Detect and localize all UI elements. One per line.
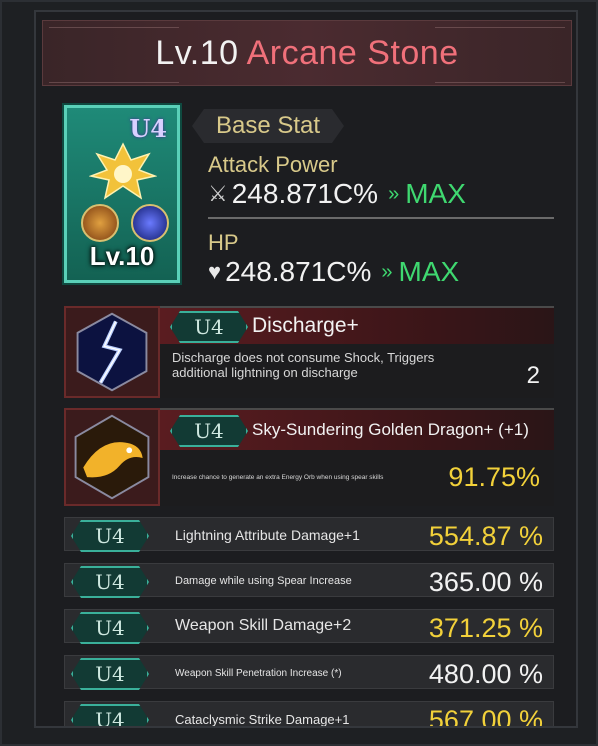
option-label: Damage while using Spear Increase [175,575,352,587]
skill-description: Increase chance to generate an extra Ene… [172,474,384,481]
hp-label: HP [208,230,239,255]
item-tier: U4 [129,114,167,143]
skill-tier-badge: U4 [170,415,248,447]
socket-lightning-icon [131,204,169,242]
double-arrow-icon: » [388,182,400,205]
double-arrow-icon: » [381,260,393,283]
item-name: Arcane Stone [246,33,459,72]
option-tier-badge: U4 [71,566,149,598]
socket-spear-icon [81,204,119,242]
tooltip-frame: Lv.10 Arcane Stone U4 Lv.10 Base Stat At… [0,0,598,746]
skill-description: Discharge does not consume Shock, Trigge… [172,350,435,380]
arcane-stone-icon [89,142,157,200]
option-value: 554.87 % [428,521,543,551]
skill-header: U4 Sky-Sundering Golden Dragon+ (+1) [160,408,554,450]
hp-max: MAX [398,256,460,287]
option-label: Cataclysmic Strike Damage+1 [175,712,350,727]
ornament-right-icon [435,27,565,83]
crossed-swords-icon: ⚔ [208,181,228,206]
heart-plus-icon: ♥ [208,259,222,284]
tooltip-panel: Lv.10 Arcane Stone U4 Lv.10 Base Stat At… [34,10,578,728]
skill-discharge[interactable]: U4 Discharge+ Discharge does not consume… [64,306,554,398]
option-tier-badge: U4 [71,658,149,690]
item-card[interactable]: U4 Lv.10 [64,105,180,283]
option-row[interactable]: U4 Weapon Skill Damage+2 371.25 % [64,609,554,643]
attack-power-value: 248.871C% [231,178,379,209]
hp-value: 248.871C% [225,256,372,287]
lightning-spear-icon [64,306,160,398]
option-tier-badge: U4 [71,520,149,552]
option-tier-badge: U4 [71,704,149,728]
option-value: 480.00 % [428,659,543,689]
option-label: Lightning Attribute Damage+1 [175,527,360,543]
attack-power-max: MAX [405,178,466,209]
option-value: 365.00 % [428,567,543,597]
option-value: 371.25 % [428,613,543,643]
item-title: Lv.10 Arcane Stone [155,34,458,73]
option-row[interactable]: U4 Lightning Attribute Damage+1 554.87 % [64,517,554,551]
option-value: 567.00 % [428,705,543,728]
skill-golden-dragon[interactable]: U4 Sky-Sundering Golden Dragon+ (+1) Inc… [64,408,554,506]
attack-power-value-row: ⚔ 248.871C% » MAX [208,178,466,210]
option-tier-badge: U4 [71,612,149,644]
option-row[interactable]: U4 Cataclysmic Strike Damage+1 567.00 % [64,701,554,728]
skill-tier-badge: U4 [170,311,248,343]
base-stat-tag: Base Stat [192,109,344,143]
skill-name: Discharge+ [252,314,359,337]
lightning-spear-art [76,312,148,392]
option-row[interactable]: U4 Weapon Skill Penetration Increase (*)… [64,655,554,689]
golden-dragon-art [74,414,150,500]
option-row[interactable]: U4 Damage while using Spear Increase 365… [64,563,554,597]
option-label: Weapon Skill Damage+2 [175,617,352,634]
golden-dragon-icon [64,408,160,506]
hp-value-row: ♥ 248.871C% » MAX [208,256,459,288]
skill-value: 91.75% [448,462,540,492]
skill-header: U4 Discharge+ [160,306,554,344]
option-label: Weapon Skill Penetration Increase (*) [175,668,342,679]
ornament-left-icon [49,27,179,83]
skill-value: 2 [526,362,540,389]
item-card-level: Lv.10 [89,241,155,271]
attack-power-label: Attack Power [208,152,338,177]
title-bar: Lv.10 Arcane Stone [42,20,572,86]
skill-name: Sky-Sundering Golden Dragon+ (+1) [252,420,529,439]
stat-divider [208,217,554,219]
